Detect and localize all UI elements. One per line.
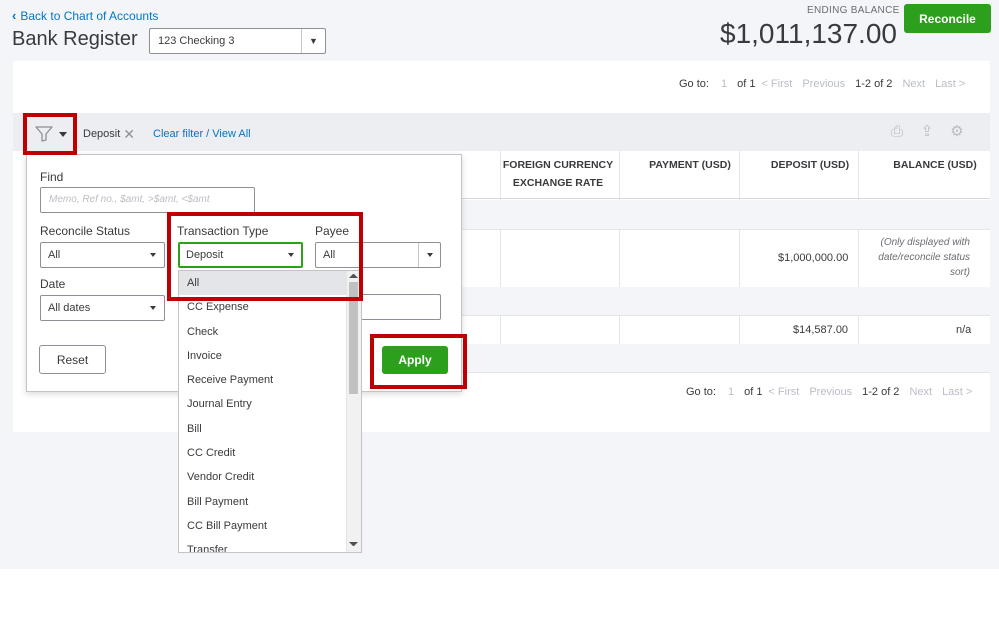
table-header: FOREIGN CURRENCY EXCHANGE RATE PAYMENT (… <box>460 151 990 199</box>
account-select-value: 123 Checking 3 <box>158 35 235 47</box>
page-range: 1-2 of 2 <box>855 78 893 90</box>
reconcile-status-value: All <box>48 249 61 261</box>
page-input[interactable]: 1 <box>728 386 734 398</box>
table-row-band <box>460 287 990 315</box>
ending-balance-label: ENDING BALANCE <box>807 5 900 16</box>
col-payment[interactable]: PAYMENT (USD) <box>640 156 740 174</box>
dropdown-option-bill[interactable]: Bill <box>179 417 347 441</box>
dropdown-option-transfer[interactable]: Transfer <box>179 538 347 552</box>
remove-filter-icon[interactable]: ✕ <box>123 127 135 141</box>
chevron-down-icon <box>142 296 164 320</box>
active-filter-label: Deposit <box>83 128 121 140</box>
dropdown-option-cc-bill-payment[interactable]: CC Bill Payment <box>179 514 347 538</box>
highlight-filter-button <box>23 113 77 155</box>
reset-button[interactable]: Reset <box>39 345 106 374</box>
column-divider <box>739 151 740 373</box>
page-footer-area <box>0 569 999 625</box>
chevron-down-icon <box>142 243 164 267</box>
highlight-transaction-type <box>167 212 363 301</box>
account-select[interactable]: 123 Checking 3 ▼ <box>149 28 326 54</box>
column-divider <box>619 151 620 373</box>
row-divider <box>460 315 990 316</box>
first-page-link[interactable]: < First <box>761 78 792 90</box>
date-value: All dates <box>48 302 91 314</box>
column-divider <box>500 151 501 373</box>
dropdown-option-cc-credit[interactable]: CC Credit <box>179 441 347 465</box>
page-range: 1-2 of 2 <box>862 386 900 398</box>
print-icon[interactable]: ⎙ <box>888 124 906 140</box>
col-foreign-currency[interactable]: FOREIGN CURRENCY EXCHANGE RATE <box>498 156 618 192</box>
row2-deposit: $14,587.00 <box>793 324 849 336</box>
reconcile-status-label: Reconcile Status <box>40 224 131 238</box>
goto-label: Go to: <box>686 386 716 398</box>
previous-page-link[interactable]: Previous <box>809 386 852 398</box>
dropdown-option-vendor-credit[interactable]: Vendor Credit <box>179 465 347 489</box>
clear-filter-link[interactable]: Clear filter / View All <box>153 128 251 140</box>
pager-top: Go to: 1 of 1 < First Previous 1-2 of 2 … <box>679 78 965 90</box>
find-label: Find <box>40 170 64 184</box>
table-row-band <box>460 344 990 372</box>
col-balance[interactable]: BALANCE (USD) <box>880 156 990 174</box>
next-page-link[interactable]: Next <box>909 386 932 398</box>
col-foreign-currency-line2: EXCHANGE RATE <box>512 177 604 189</box>
dropdown-option-check[interactable]: Check <box>179 320 347 344</box>
column-divider <box>858 151 859 373</box>
export-icon[interactable]: ⇪ <box>918 124 936 140</box>
date-select[interactable]: All dates <box>40 295 165 321</box>
scroll-down-arrow-icon[interactable] <box>349 542 358 546</box>
find-input[interactable]: Memo, Ref no., $amt, >$amt, <$amt <box>40 187 255 213</box>
chevron-down-icon: ▼ <box>301 29 325 53</box>
last-page-link[interactable]: Last > <box>935 78 965 90</box>
reconcile-button[interactable]: Reconcile <box>904 4 991 33</box>
goto-label: Go to: <box>679 78 709 90</box>
transaction-type-dropdown: All CC Expense Check Invoice Receive Pay… <box>178 270 362 553</box>
dropdown-option-invoice[interactable]: Invoice <box>179 344 347 368</box>
table-tools: ⎙ ⇪ ⚙ <box>888 124 966 140</box>
chevron-down-icon <box>418 243 440 267</box>
dropdown-option-receive-payment[interactable]: Receive Payment <box>179 368 347 392</box>
reconcile-status-select[interactable]: All <box>40 242 165 268</box>
previous-page-link[interactable]: Previous <box>802 78 845 90</box>
row-divider <box>460 229 990 230</box>
chevron-left-icon: ‹ <box>12 8 17 23</box>
first-page-link[interactable]: < First <box>768 386 799 398</box>
dropdown-option-journal-entry[interactable]: Journal Entry <box>179 392 347 416</box>
page-of-label: of 1 <box>737 78 756 90</box>
dropdown-option-bill-payment[interactable]: Bill Payment <box>179 490 347 514</box>
highlight-apply-button <box>370 334 467 389</box>
page-title: Bank Register <box>12 28 138 50</box>
col-deposit[interactable]: DEPOSIT (USD) <box>760 156 860 174</box>
page-input[interactable]: 1 <box>721 78 727 90</box>
back-link-label: Back to Chart of Accounts <box>20 8 159 23</box>
active-filter-chip: Deposit ✕ <box>83 127 135 141</box>
last-page-link[interactable]: Last > <box>942 386 972 398</box>
row1-deposit: $1,000,000.00 <box>778 252 849 264</box>
date-label: Date <box>40 277 66 291</box>
next-page-link[interactable]: Next <box>902 78 925 90</box>
page-of-label: of 1 <box>744 386 763 398</box>
row2-balance: n/a <box>956 324 972 336</box>
col-foreign-currency-line1: FOREIGN CURRENCY <box>502 159 614 171</box>
ending-balance-amount: $1,011,137.00 <box>720 18 897 49</box>
settings-gear-icon[interactable]: ⚙ <box>948 124 966 140</box>
row1-balance-note: (Only displayed with date/reconcile stat… <box>878 237 970 278</box>
row-divider <box>460 372 990 373</box>
pager-bottom: Go to: 1 of 1 < First Previous 1-2 of 2 … <box>686 386 972 398</box>
back-to-chart-of-accounts-link[interactable]: ‹ Back to Chart of Accounts <box>12 8 158 23</box>
table-row-band <box>460 200 990 229</box>
